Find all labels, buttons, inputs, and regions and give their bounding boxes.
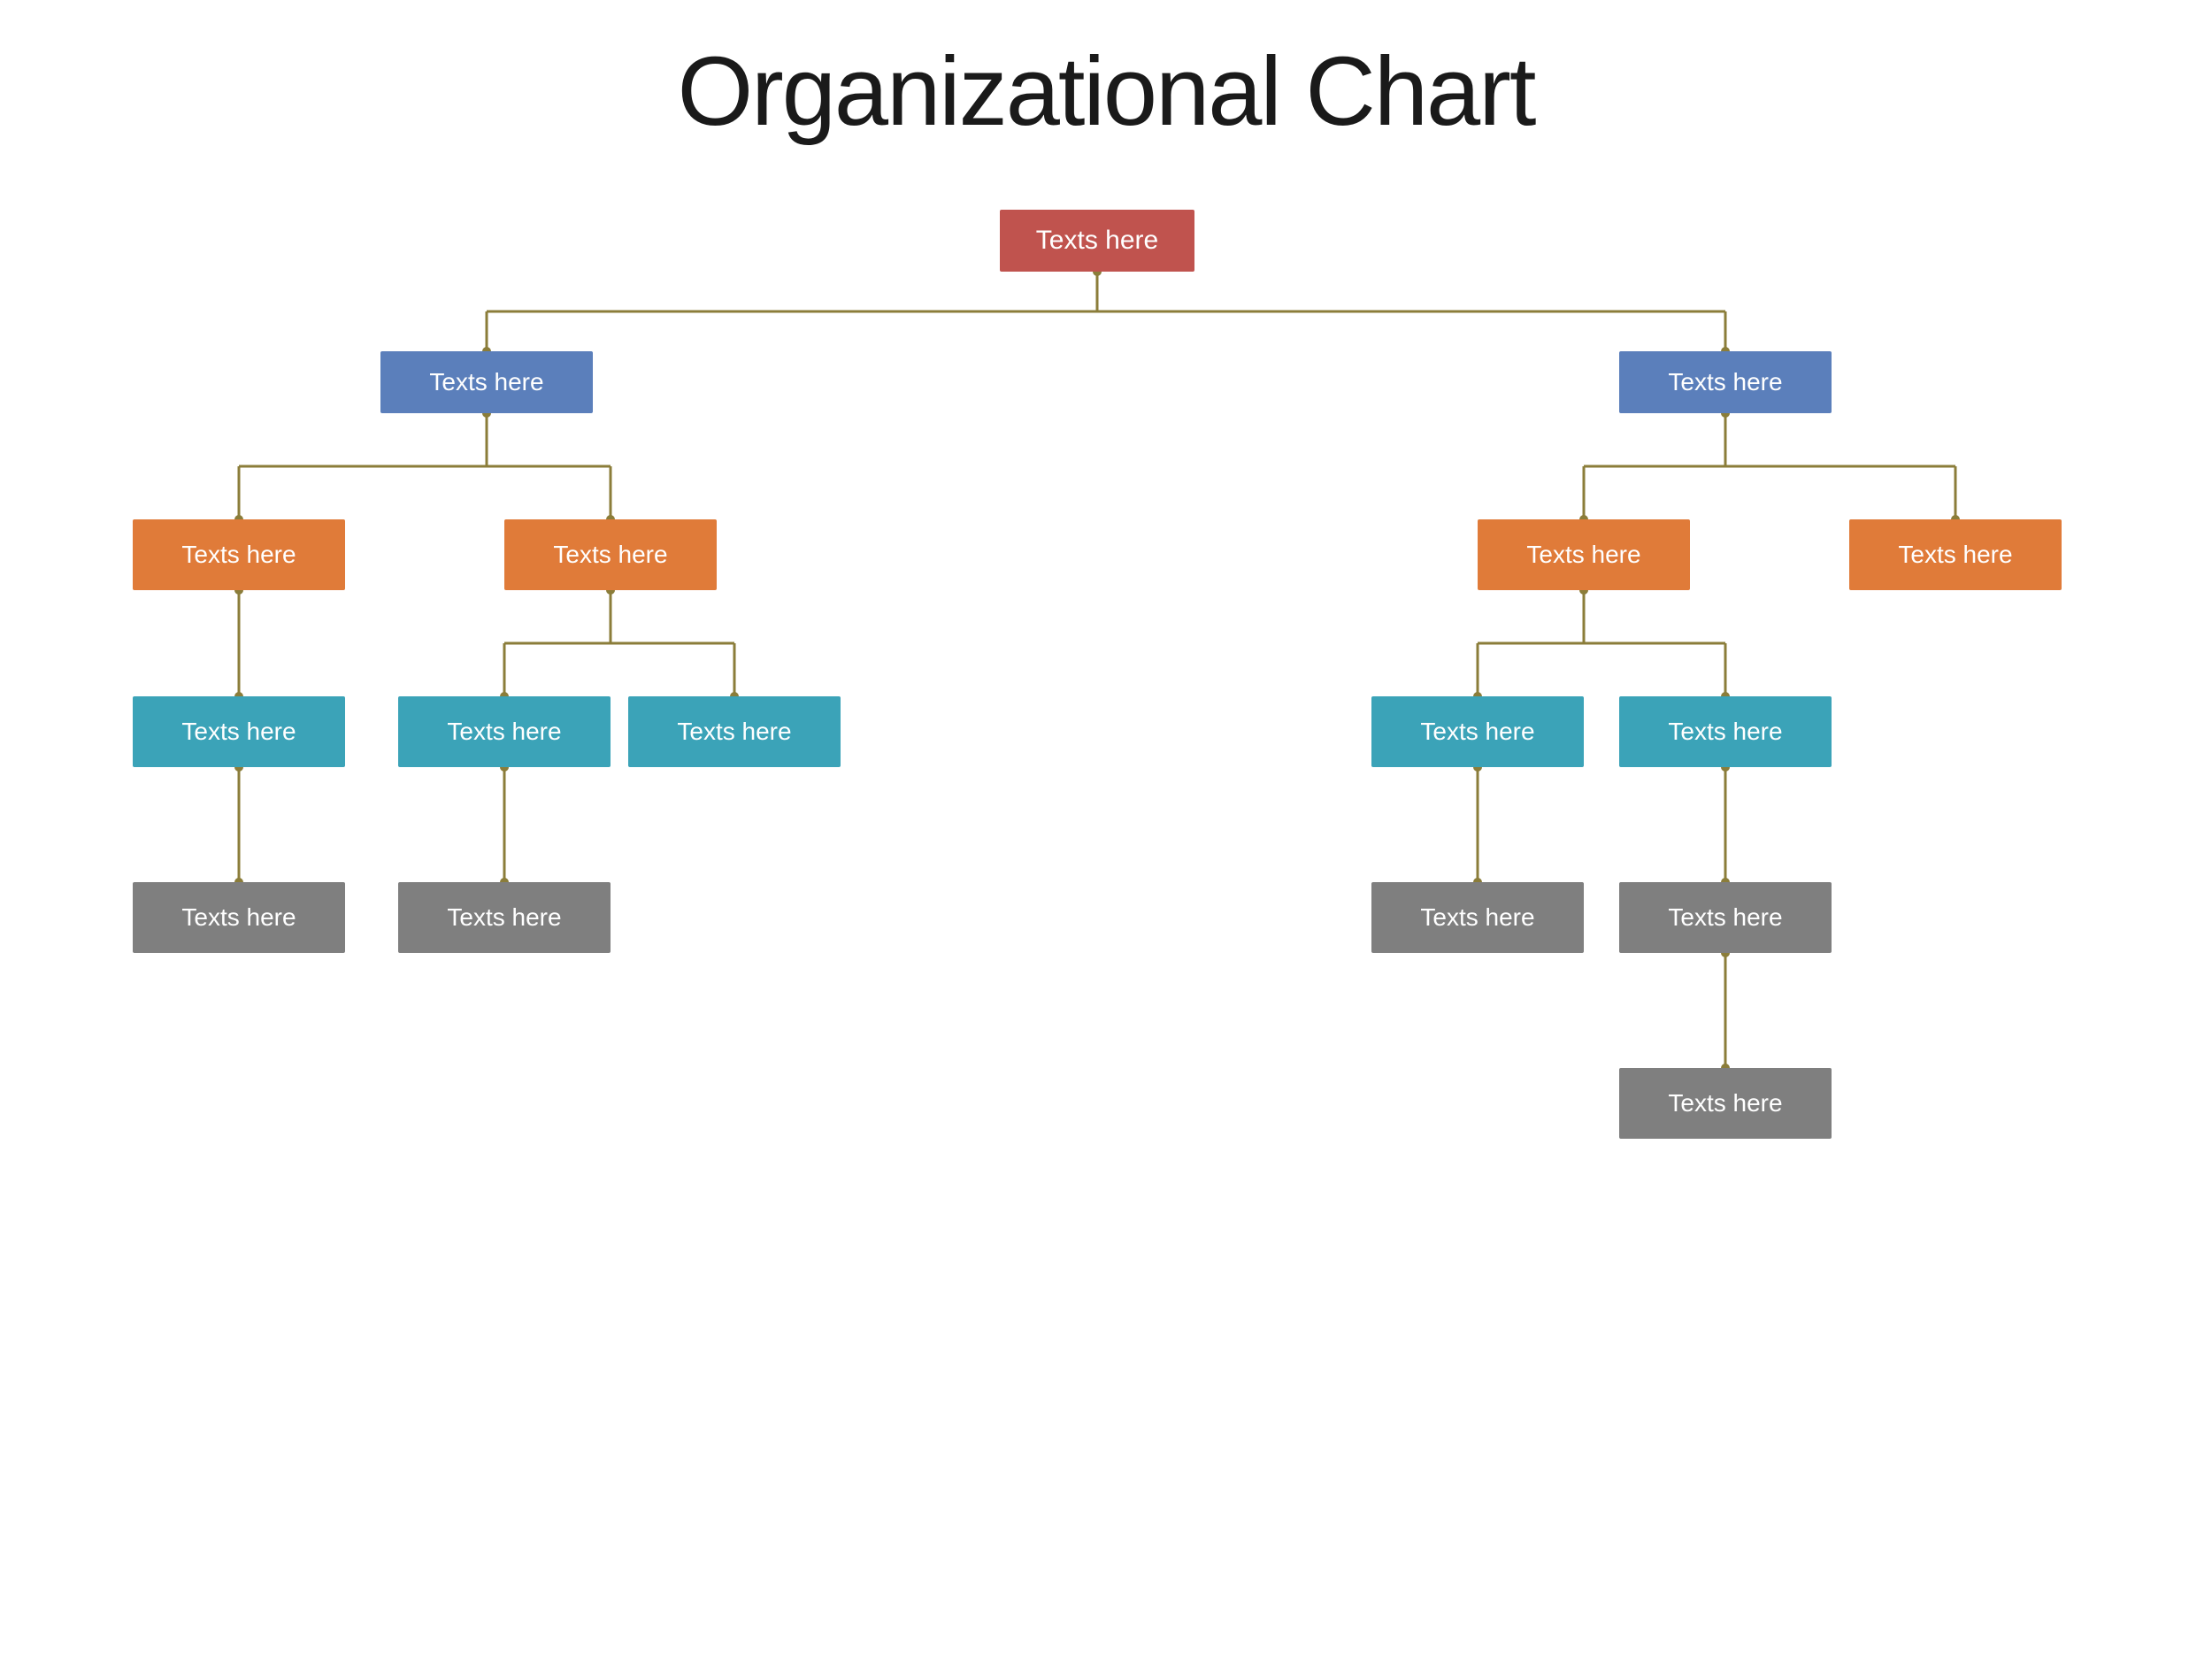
node-l1-left[interactable]: Texts here [380,351,593,413]
node-l4-rlr[interactable]: Texts here [1619,882,1832,953]
node-l1-right[interactable]: Texts here [1619,351,1832,413]
node-l3-lrl[interactable]: Texts here [398,696,611,767]
node-l2-ll[interactable]: Texts here [133,519,345,590]
node-l3-lrr[interactable]: Texts here [628,696,841,767]
node-l3-ll[interactable]: Texts here [133,696,345,767]
node-l2-rr[interactable]: Texts here [1849,519,2062,590]
node-root[interactable]: Texts here [1000,210,1194,272]
node-l2-lr[interactable]: Texts here [504,519,717,590]
node-l4-rll[interactable]: Texts here [1371,882,1584,953]
node-l4-ll[interactable]: Texts here [133,882,345,953]
connector-lines [44,201,2168,1659]
node-l5-rlr[interactable]: Texts here [1619,1068,1832,1139]
node-l4-lr[interactable]: Texts here [398,882,611,953]
node-l3-rlr[interactable]: Texts here [1619,696,1832,767]
org-chart: Texts here Texts here Texts here Texts h… [44,201,2168,1659]
page-title: Organizational Chart [678,35,1535,148]
node-l2-rl[interactable]: Texts here [1478,519,1690,590]
node-l3-rll[interactable]: Texts here [1371,696,1584,767]
